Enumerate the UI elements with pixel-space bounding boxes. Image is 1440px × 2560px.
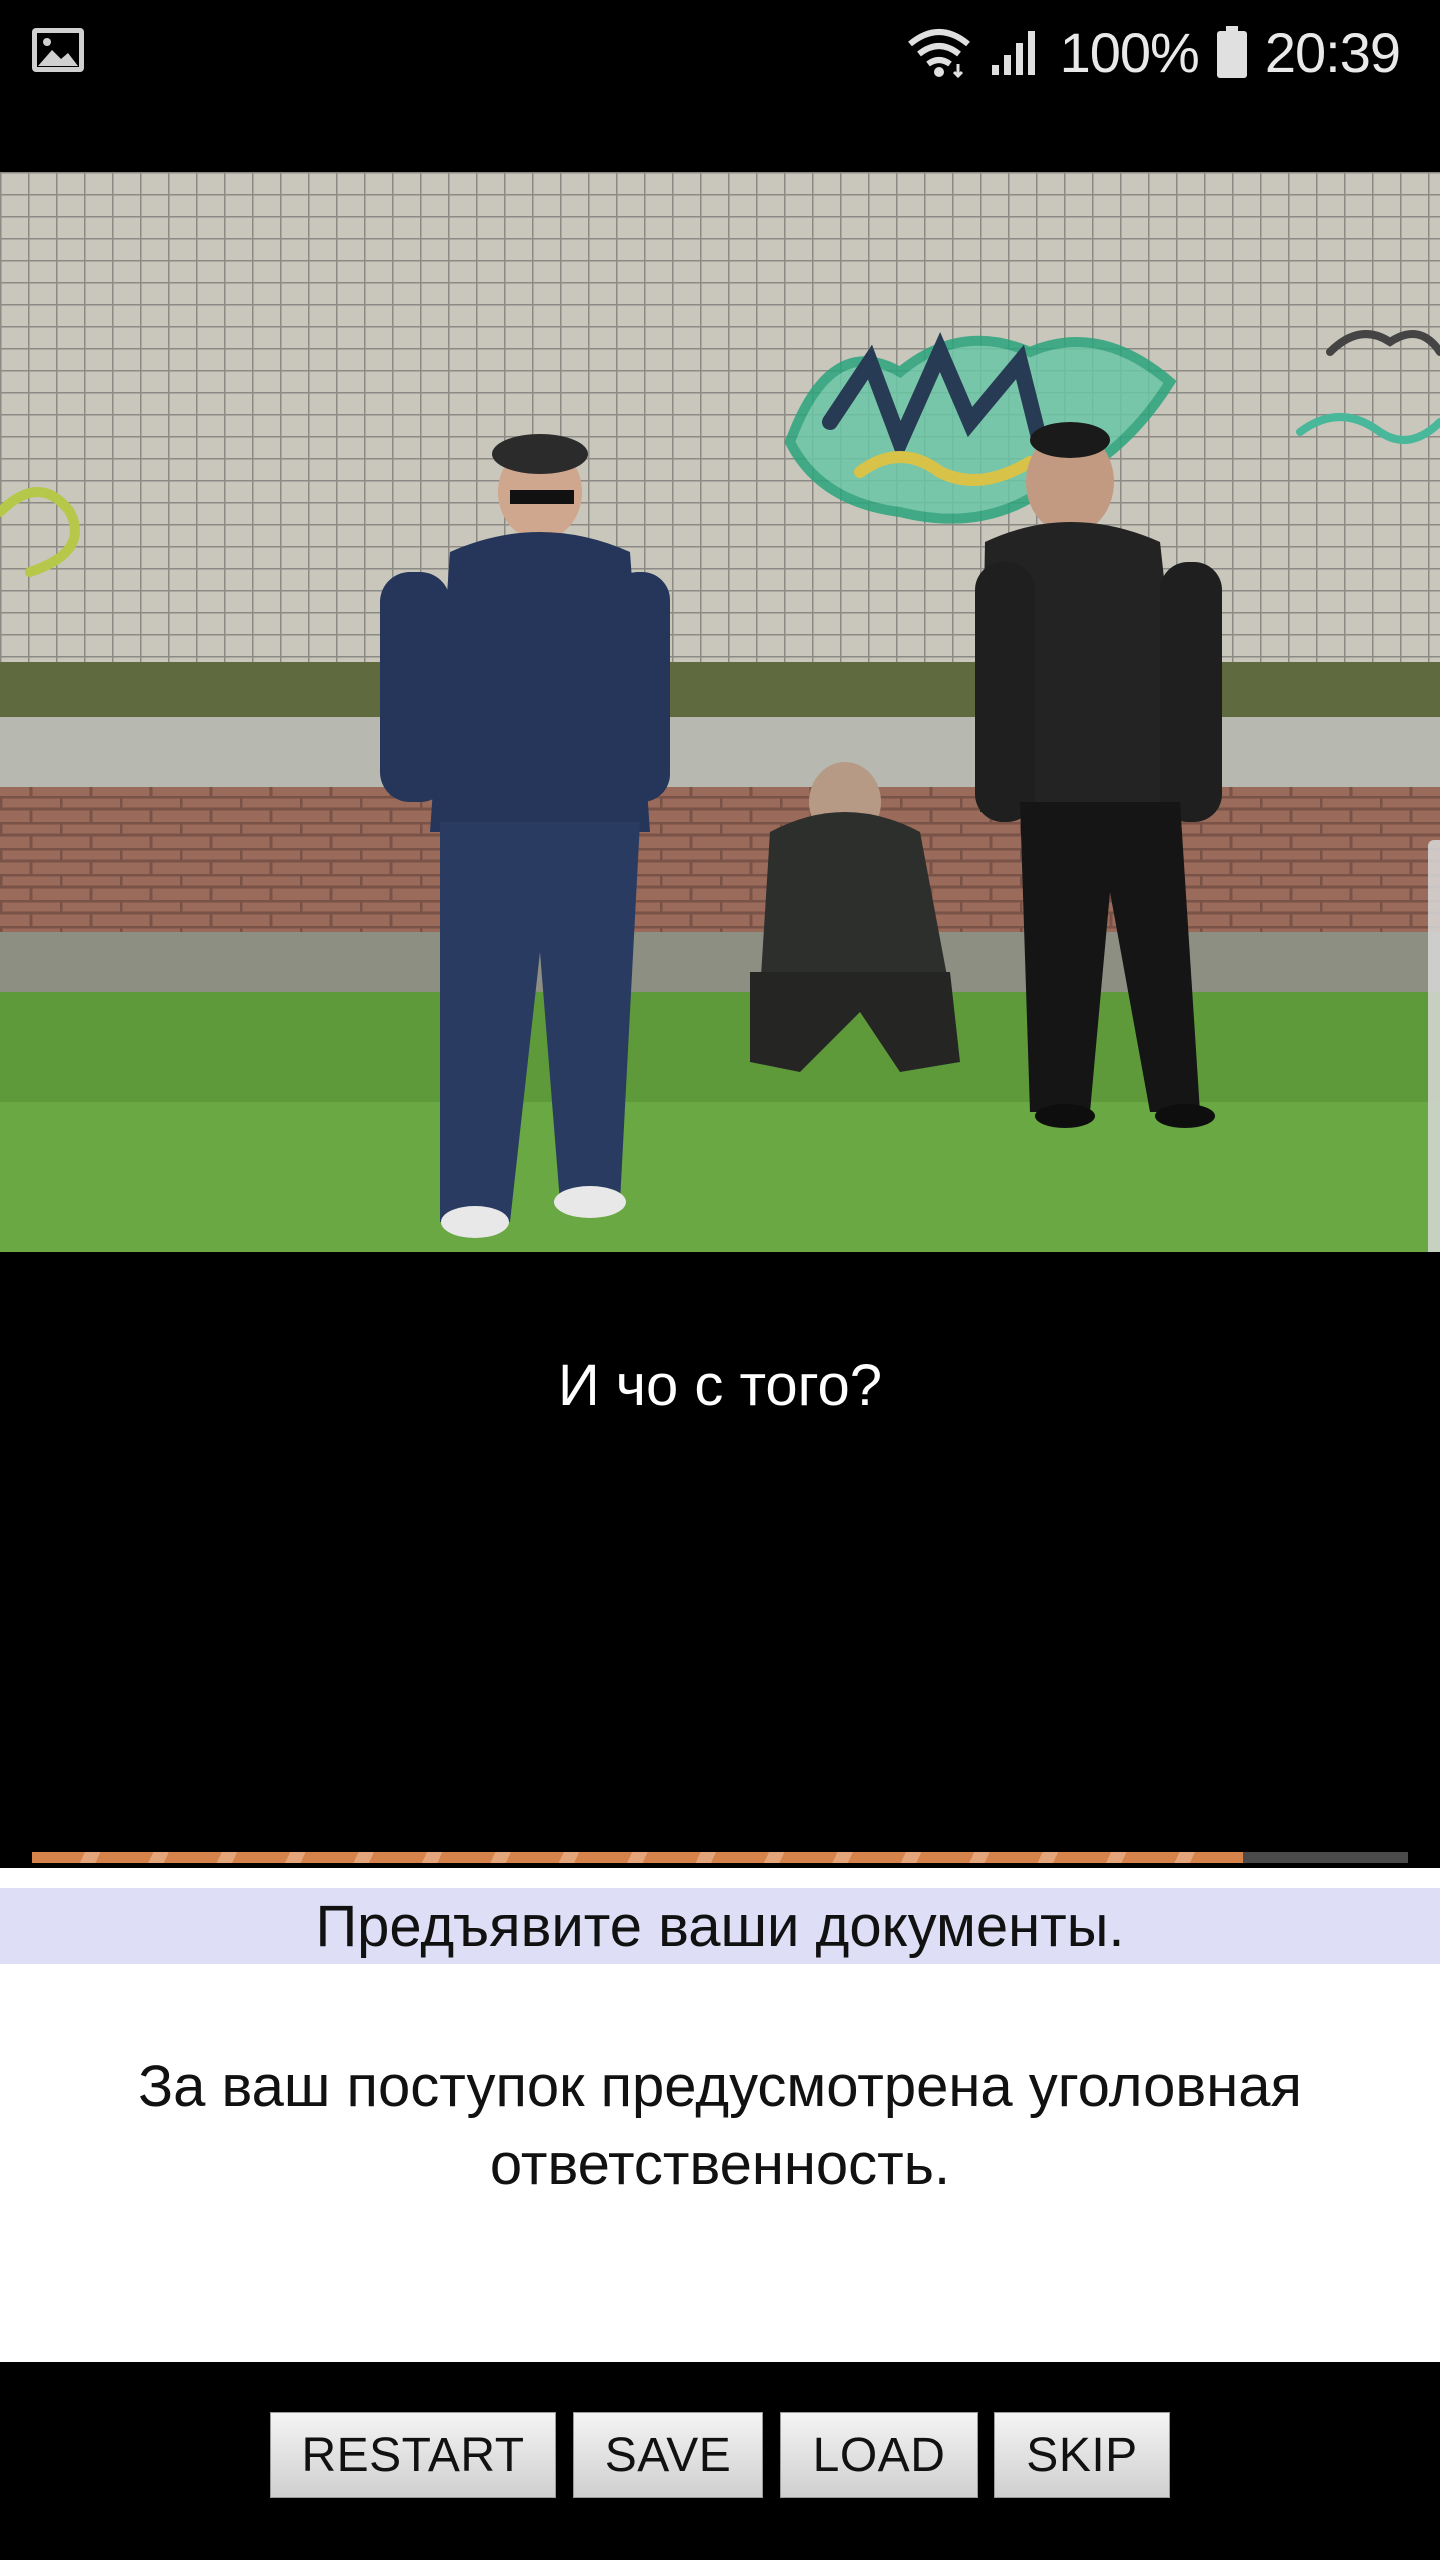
- battery-percent: 100%: [1059, 20, 1200, 84]
- choice-list: Предъявите ваши документы. За ваш поступ…: [0, 1868, 1440, 2362]
- battery-icon: [1216, 26, 1247, 78]
- subtitle-text: И чо с того?: [557, 1353, 883, 1418]
- subtitle-area: И чо с того?: [0, 1252, 1440, 1852]
- signal-icon: [990, 27, 1042, 77]
- progress-bar: [32, 1852, 1408, 1863]
- wifi-icon: [906, 26, 972, 78]
- skip-button[interactable]: SKIP: [994, 2412, 1170, 2498]
- load-button[interactable]: LOAD: [780, 2412, 978, 2498]
- bottom-toolbar: RESTART SAVE LOAD SKIP: [0, 2362, 1440, 2560]
- scene-illustration: [0, 172, 1440, 1252]
- save-button[interactable]: SAVE: [573, 2412, 763, 2498]
- video-frame[interactable]: [0, 172, 1440, 1252]
- restart-button[interactable]: RESTART: [270, 2412, 556, 2498]
- choice-option-1[interactable]: Предъявите ваши документы.: [0, 1888, 1440, 1964]
- status-bar: 100% 20:39: [0, 0, 1440, 172]
- choice-option-2[interactable]: За ваш поступок предусмотрена уголовная …: [40, 2048, 1400, 2204]
- clock: 20:39: [1264, 20, 1401, 84]
- progress-fill: [32, 1852, 1243, 1863]
- gallery-icon: [30, 26, 86, 74]
